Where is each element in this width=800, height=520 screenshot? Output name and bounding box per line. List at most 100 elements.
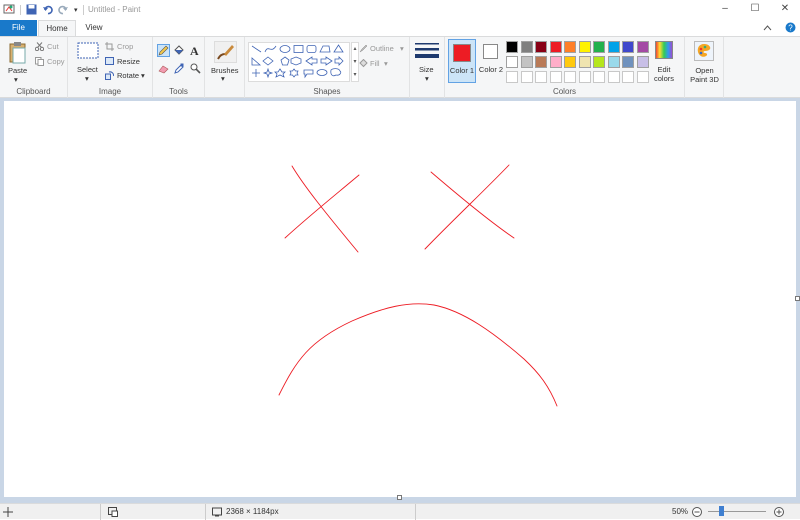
redo-icon[interactable] [58,4,69,17]
zoom-slider-track[interactable] [708,511,766,512]
brushes-dropdown-icon[interactable]: ▾ [221,74,225,83]
paste-dropdown-icon[interactable]: ▾ [14,75,18,84]
palette-swatch[interactable] [535,56,547,68]
custom-color-slot[interactable] [593,71,605,83]
color1-button[interactable]: Color 1 [448,39,476,83]
palette-swatch[interactable] [593,56,605,68]
resize-button[interactable]: Resize [117,57,140,66]
status-bar: 2368 × 1184px 50% [0,503,800,520]
zoom-slider-thumb[interactable] [719,506,725,516]
custom-color-slot[interactable] [549,71,562,83]
palette-swatch[interactable] [578,41,591,53]
size-dropdown-icon[interactable]: ▾ [425,74,429,83]
open-paint3d-button[interactable]: Open Paint 3D [686,66,723,84]
text-tool-icon[interactable]: A [190,44,199,59]
eraser-icon[interactable] [158,64,169,76]
quick-access-toolbar: ▾ [3,3,84,17]
paste-button[interactable]: Paste [8,66,27,75]
palette-swatch[interactable] [549,56,562,68]
custom-color-slot[interactable] [520,71,533,83]
minimize-button[interactable]: – [710,0,740,20]
mouth-stroke [278,303,558,407]
cut-icon [34,42,45,53]
fill-button[interactable]: Fill [370,59,380,68]
custom-color-slot[interactable] [622,71,634,83]
color2-button[interactable]: Color 2 [478,39,506,83]
custom-color-slot[interactable] [535,71,547,83]
edit-colors-button[interactable]: Edit colors [650,65,678,83]
size-icon[interactable] [415,42,439,63]
palette-swatch[interactable] [535,41,547,53]
resize-icon [105,57,114,68]
zoom-level: 50% [672,507,689,516]
paste-icon[interactable] [8,41,28,67]
palette-swatch[interactable] [607,56,620,68]
palette-swatch[interactable] [564,41,576,53]
edit-colors-icon[interactable] [655,41,673,61]
magnifier-icon[interactable] [190,63,201,76]
palette-swatch[interactable] [549,41,562,53]
palette-swatch[interactable] [607,41,620,53]
palette-swatch[interactable] [564,56,576,68]
paint3d-icon[interactable] [694,41,714,63]
zoom-out-icon[interactable] [692,507,702,519]
svg-text:?: ? [788,24,793,33]
close-button[interactable]: ✕ [770,0,800,20]
image-dimensions: 2368 × 1184px [226,507,279,516]
color2-label: Color 2 [478,65,504,74]
tools-group: A Tools [153,37,205,98]
paint-app-icon [3,3,15,17]
undo-icon[interactable] [42,4,53,17]
tab-file[interactable]: File [0,20,37,36]
customize-qat-icon[interactable]: ▾ [74,6,78,14]
palette-swatch[interactable] [520,56,533,68]
color1-swatch [453,44,471,62]
canvas-resize-handle-right[interactable] [795,296,800,301]
crop-button[interactable]: Crop [117,42,133,51]
collapse-ribbon-icon[interactable] [763,24,772,34]
clipboard-group-label: Clipboard [16,87,51,96]
help-icon[interactable]: ? [785,22,796,35]
palette-swatch[interactable] [622,56,634,68]
tab-home[interactable]: Home [38,20,76,36]
custom-color-slot[interactable] [506,71,518,83]
palette-swatch[interactable] [636,41,649,53]
drawing-canvas[interactable] [4,101,796,497]
rotate-button[interactable]: Rotate [117,71,139,80]
palette-swatch[interactable] [520,41,533,53]
tab-view[interactable]: View [78,20,110,36]
save-icon[interactable] [26,4,37,17]
zoom-in-icon[interactable] [774,507,784,519]
palette-swatch[interactable] [622,41,634,53]
brushes-icon[interactable] [214,41,237,63]
cut-button[interactable]: Cut [47,42,59,51]
palette-swatch[interactable] [636,56,649,68]
fill-dropdown-icon[interactable]: ▾ [384,59,388,68]
palette-swatch[interactable] [506,41,518,53]
select-dropdown-icon[interactable]: ▾ [85,74,89,83]
shapes-scroll[interactable]: ▴ ▾ ▾ [351,42,359,82]
custom-color-slot[interactable] [578,71,591,83]
custom-color-slot[interactable] [564,71,576,83]
custom-color-slot[interactable] [607,71,620,83]
size-button[interactable]: Size [419,65,434,74]
color-picker-icon[interactable] [174,63,184,76]
color2-swatch [483,44,498,59]
fill-bucket-icon[interactable] [173,45,184,58]
pencil-icon[interactable] [157,44,170,57]
cursor-position-icon [3,507,13,519]
select-button[interactable]: Select [77,65,98,74]
rotate-dropdown-icon[interactable]: ▾ [141,71,145,80]
palette-swatch[interactable] [578,56,591,68]
copy-button[interactable]: Copy [47,57,65,66]
outline-dropdown-icon[interactable]: ▾ [400,44,404,53]
outline-button[interactable]: Outline [370,44,394,53]
palette-swatch[interactable] [506,56,518,68]
brushes-group: Brushes ▾ [205,37,245,98]
custom-color-slot[interactable] [636,71,649,83]
canvas-resize-handle-bottom[interactable] [397,495,402,500]
palette-swatch[interactable] [593,41,605,53]
select-icon[interactable] [77,42,99,62]
maximize-button[interactable]: ☐ [740,0,770,20]
left-eye-stroke-2 [284,174,360,239]
